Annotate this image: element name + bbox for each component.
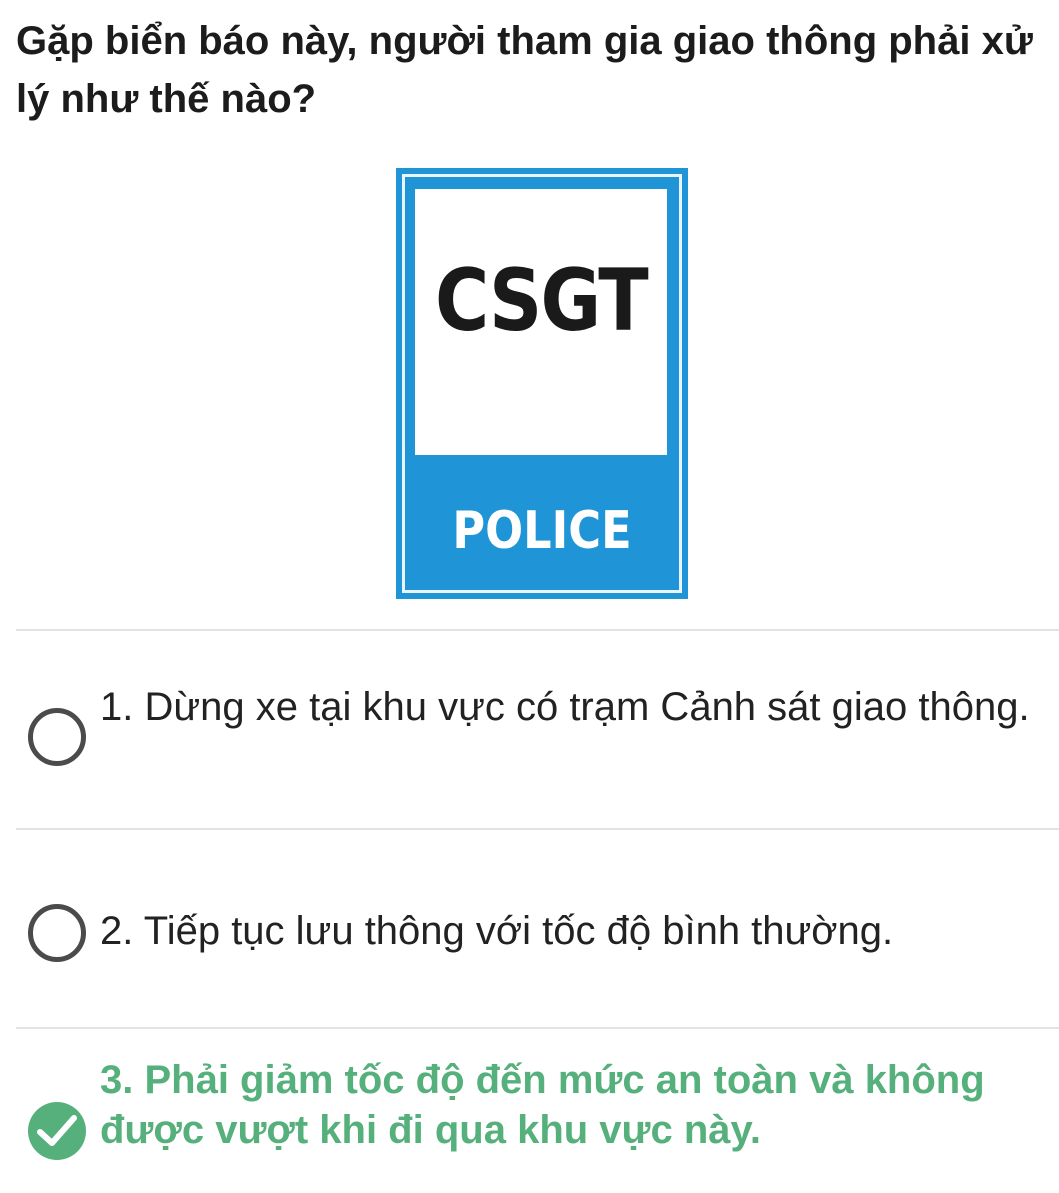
answer-option-3[interactable]: 3. Phải giảm tốc độ đến mức an toàn và k…: [0, 1029, 1059, 1193]
sign-csgt-text: CSGT: [435, 251, 649, 351]
checkmark-icon: [37, 1115, 77, 1146]
check-circle-icon[interactable]: [28, 1102, 86, 1160]
answer-option-1-label: 1. Dừng xe tại khu vực có trạm Cảnh sát …: [100, 685, 1030, 729]
sign-white-panel: CSGT: [415, 189, 667, 455]
traffic-sign-image: CSGT POLICE: [396, 168, 688, 599]
answer-option-3-label: 3. Phải giảm tốc độ đến mức an toàn và k…: [100, 1058, 985, 1152]
answer-option-2-label: 2. Tiếp tục lưu thông với tốc độ bình th…: [100, 909, 894, 953]
radio-empty-icon[interactable]: [28, 708, 86, 766]
question-text: Gặp biển báo này, người tham gia giao th…: [16, 19, 1033, 121]
answer-option-1[interactable]: 1. Dừng xe tại khu vực có trạm Cảnh sát …: [0, 630, 1059, 828]
answer-option-2[interactable]: 2. Tiếp tục lưu thông với tốc độ bình th…: [0, 830, 1059, 1028]
radio-empty-icon[interactable]: [28, 904, 86, 962]
sign-police-text: POLICE: [452, 501, 632, 561]
